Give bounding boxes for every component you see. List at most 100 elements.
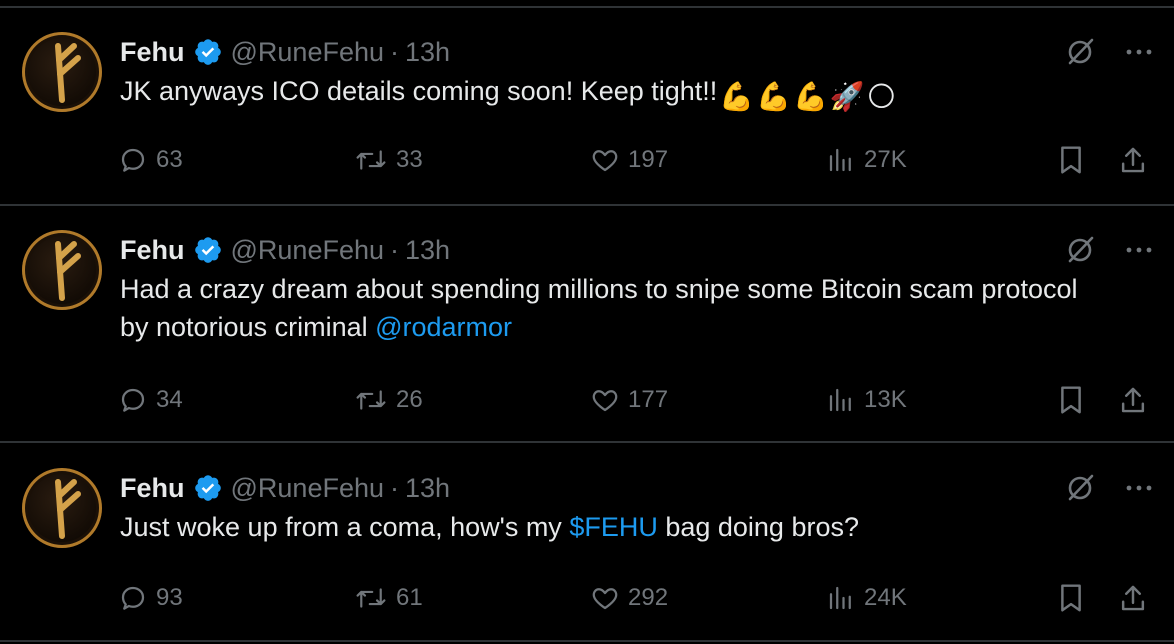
more-options-icon[interactable] (1126, 483, 1152, 493)
grok-icon[interactable] (1064, 35, 1098, 69)
retweet-icon (354, 583, 388, 613)
separator-dot: · (390, 36, 399, 67)
rocket-emoji: 🚀 (829, 81, 865, 112)
retweet-count: 61 (396, 584, 423, 611)
share-icon (1118, 582, 1148, 614)
tweet-header: Fehu @RuneFehu · 13h (120, 34, 450, 70)
bookmark-icon (1056, 144, 1086, 176)
reply-count: 63 (156, 146, 183, 173)
tweet-text: Had a crazy dream about spending million… (120, 270, 1110, 346)
avatar[interactable] (22, 230, 102, 310)
like-icon (590, 145, 620, 175)
like-button[interactable]: 292 (590, 578, 668, 618)
tweet-text-content: Had a crazy dream about spending million… (120, 274, 1078, 342)
views-count: 13K (864, 386, 907, 413)
like-icon (590, 583, 620, 613)
retweet-button[interactable]: 33 (354, 140, 423, 180)
tweet-actions: 63 33 197 27K (118, 140, 1168, 180)
bookmark-icon (1056, 384, 1086, 416)
verified-badge-icon[interactable] (193, 235, 223, 265)
tweet-header-actions (1064, 32, 1152, 72)
timestamp[interactable]: 13h (405, 473, 450, 504)
like-count: 197 (628, 146, 669, 173)
fehu-rune-icon (22, 468, 102, 548)
handle[interactable]: @RuneFehu (231, 235, 385, 266)
share-button[interactable] (1118, 578, 1148, 618)
views-button[interactable]: 13K (826, 380, 907, 420)
tweet-3[interactable]: Fehu @RuneFehu · 13h Just woke up from a… (0, 468, 1174, 638)
handle[interactable]: @RuneFehu (231, 473, 385, 504)
more-options-icon[interactable] (1126, 245, 1152, 255)
tweet-2[interactable]: Fehu @RuneFehu · 13h Had a crazy dream a… (0, 230, 1174, 440)
tweet-actions: 34 26 177 13K (118, 380, 1168, 420)
avatar[interactable] (22, 32, 102, 112)
tweet-header-actions (1064, 468, 1152, 508)
retweet-count: 26 (396, 386, 423, 413)
views-count: 24K (864, 584, 907, 611)
views-icon (826, 385, 856, 415)
more-options-icon[interactable] (1126, 47, 1152, 57)
reply-count: 93 (156, 584, 183, 611)
views-button[interactable]: 24K (826, 578, 907, 618)
separator-dot: · (390, 234, 399, 265)
handle[interactable]: @RuneFehu (231, 37, 385, 68)
reply-count: 34 (156, 386, 183, 413)
flexed-biceps-emoji: 💪 (756, 81, 792, 112)
flexed-biceps-emoji: 💪 (719, 81, 755, 112)
grok-icon[interactable] (1064, 471, 1098, 505)
fehu-rune-icon (22, 230, 102, 310)
verified-badge-icon[interactable] (193, 37, 223, 67)
bookmark-button[interactable] (1056, 140, 1086, 180)
tweet-text-after: bag doing bros? (657, 512, 859, 542)
reply-icon (118, 145, 148, 175)
fehu-rune-icon (22, 32, 102, 112)
mention-link[interactable]: @rodarmor (375, 312, 512, 342)
full-moon-emoji: 🌕 (866, 81, 896, 112)
reply-button[interactable]: 93 (118, 578, 183, 618)
display-name[interactable]: Fehu (120, 235, 185, 266)
top-divider (0, 6, 1174, 8)
bookmark-button[interactable] (1056, 578, 1086, 618)
views-count: 27K (864, 146, 907, 173)
views-icon (826, 145, 856, 175)
cashtag-link[interactable]: $FEHU (569, 512, 658, 542)
reply-button[interactable]: 34 (118, 380, 183, 420)
timestamp[interactable]: 13h (405, 37, 450, 68)
tweet-text: JK anyways ICO details coming soon! Keep… (120, 72, 1120, 112)
bookmark-button[interactable] (1056, 380, 1086, 420)
views-button[interactable]: 27K (826, 140, 907, 180)
display-name[interactable]: Fehu (120, 473, 185, 504)
tweet-actions: 93 61 292 24K (118, 578, 1168, 618)
display-name[interactable]: Fehu (120, 37, 185, 68)
emoji-group: 💪 💪 💪 🚀 🌕 (719, 82, 896, 112)
bookmark-icon (1056, 582, 1086, 614)
tweet-divider (0, 204, 1174, 206)
share-button[interactable] (1118, 140, 1148, 180)
tweet-header: Fehu @RuneFehu · 13h (120, 470, 450, 506)
tweet-header: Fehu @RuneFehu · 13h (120, 232, 450, 268)
like-icon (590, 385, 620, 415)
tweet-text-content: JK anyways ICO details coming soon! Keep… (120, 76, 718, 106)
flexed-biceps-emoji: 💪 (793, 81, 828, 112)
reply-button[interactable]: 63 (118, 140, 183, 180)
timestamp[interactable]: 13h (405, 235, 450, 266)
retweet-button[interactable]: 26 (354, 380, 423, 420)
views-icon (826, 583, 856, 613)
tweet-divider (0, 441, 1174, 443)
retweet-button[interactable]: 61 (354, 578, 423, 618)
share-button[interactable] (1118, 380, 1148, 420)
reply-icon (118, 583, 148, 613)
avatar[interactable] (22, 468, 102, 548)
like-button[interactable]: 197 (590, 140, 668, 180)
separator-dot: · (390, 472, 399, 503)
bottom-divider (0, 640, 1174, 642)
retweet-icon (354, 145, 388, 175)
retweet-icon (354, 385, 388, 415)
grok-icon[interactable] (1064, 233, 1098, 267)
tweet-1[interactable]: Fehu @RuneFehu · 13h JK anyways ICO deta… (0, 32, 1174, 202)
reply-icon (118, 385, 148, 415)
verified-badge-icon[interactable] (193, 473, 223, 503)
like-button[interactable]: 177 (590, 380, 668, 420)
like-count: 292 (628, 584, 669, 611)
tweet-text-before: Just woke up from a coma, how's my (120, 512, 570, 542)
